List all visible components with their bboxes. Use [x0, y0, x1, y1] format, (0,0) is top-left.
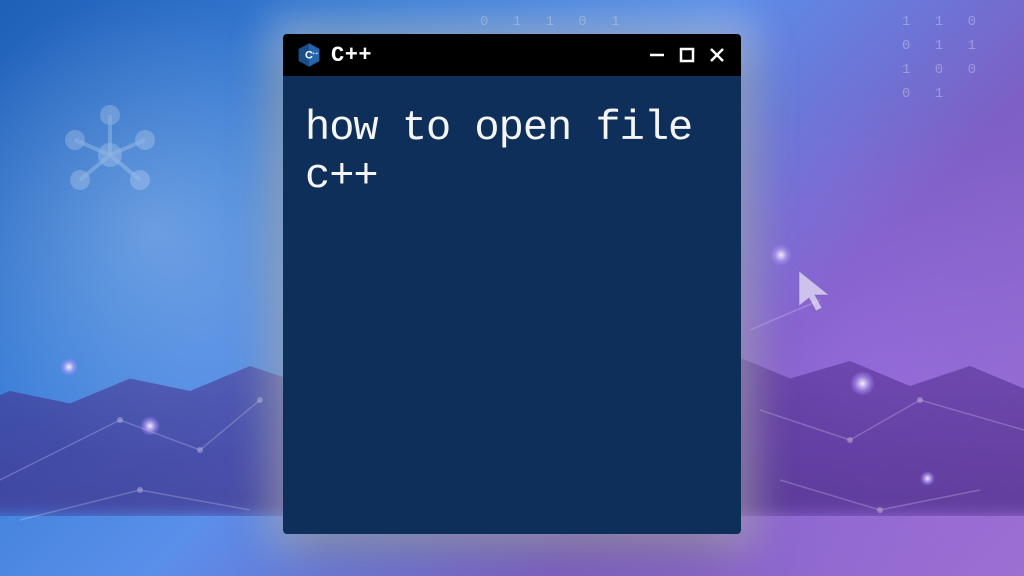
- terminal-content-area[interactable]: how to open file c++: [283, 76, 741, 534]
- window-controls-group: [645, 43, 729, 67]
- svg-text:C: C: [305, 50, 313, 62]
- window-titlebar[interactable]: C + + C++: [283, 34, 741, 76]
- content-text: how to open file c++: [305, 104, 719, 201]
- window-title: C++: [331, 43, 645, 68]
- decorative-molecule-icon: [50, 95, 170, 215]
- decorative-glow-dot: [850, 371, 875, 396]
- maximize-button[interactable]: [675, 43, 699, 67]
- minimize-button[interactable]: [645, 43, 669, 67]
- terminal-window: C + + C++ how to open file c++: [283, 34, 741, 534]
- close-button[interactable]: [705, 43, 729, 67]
- decorative-glow-dot: [920, 471, 935, 486]
- decorative-glow-dot: [60, 358, 78, 376]
- decorative-cursor-icon: [794, 266, 834, 316]
- decorative-glow-dot: [140, 416, 160, 436]
- decorative-glow-dot: [770, 244, 792, 266]
- cpp-logo-icon: C + +: [295, 41, 323, 69]
